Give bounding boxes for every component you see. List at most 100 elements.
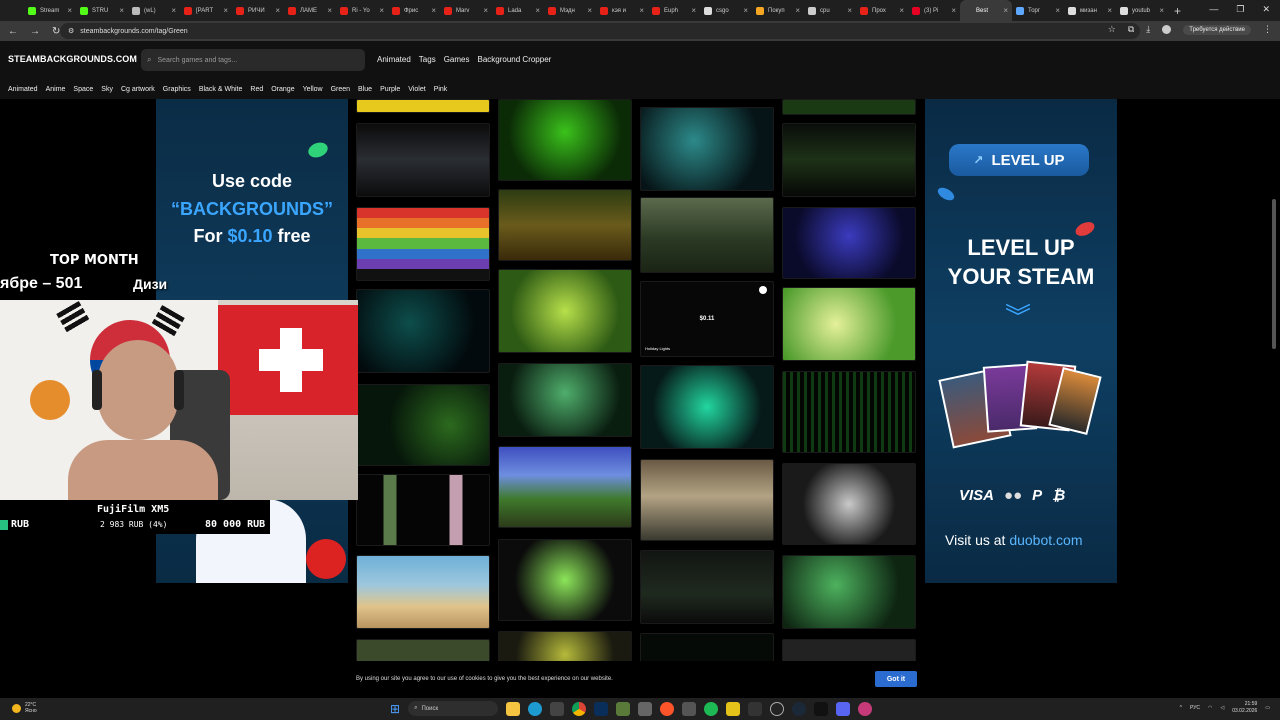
search-input[interactable]: ⌕ Search games and tags... xyxy=(141,49,365,71)
tab-close-icon[interactable]: × xyxy=(327,6,332,15)
taskbar-search[interactable]: ⌕ Поиск xyxy=(408,701,499,716)
brave-icon[interactable] xyxy=(660,701,675,716)
minimize-icon[interactable]: — xyxy=(1209,4,1218,15)
tab-close-icon[interactable]: × xyxy=(1055,6,1060,15)
browser-tab[interactable]: Stream × xyxy=(24,0,76,21)
scrollbar-thumb[interactable] xyxy=(1272,199,1276,349)
background-thumb[interactable] xyxy=(498,99,632,181)
background-thumb[interactable] xyxy=(356,384,490,466)
tab-close-icon[interactable]: × xyxy=(899,6,904,15)
background-thumb[interactable] xyxy=(498,446,632,528)
background-thumb[interactable] xyxy=(782,207,916,279)
tag-link[interactable]: Anime xyxy=(46,86,66,93)
background-thumb[interactable] xyxy=(498,631,632,661)
app-icon[interactable] xyxy=(748,701,763,716)
background-thumb[interactable] xyxy=(782,639,916,661)
background-thumb[interactable] xyxy=(498,539,632,621)
volume-icon[interactable]: ◁ xyxy=(1220,705,1224,711)
site-logo[interactable]: STEAMBACKGROUNDS.COM xyxy=(8,54,137,64)
app-icon[interactable] xyxy=(726,701,741,716)
tag-link[interactable]: Cg artwork xyxy=(121,86,155,93)
obs-icon[interactable] xyxy=(770,701,785,716)
featured-thumb[interactable]: $0.11 Holiday Lights xyxy=(640,281,774,357)
browser-tab[interactable]: cpu × xyxy=(804,0,856,21)
favorite-icon[interactable] xyxy=(759,286,767,294)
browser-tab[interactable]: csgo × xyxy=(700,0,752,21)
tab-close-icon[interactable]: × xyxy=(483,6,488,15)
new-tab-icon[interactable]: + xyxy=(1174,4,1181,18)
tab-close-icon[interactable]: × xyxy=(743,6,748,15)
store-icon[interactable] xyxy=(550,701,565,716)
nav-background-cropper[interactable]: Background Cropper xyxy=(478,55,552,64)
notifications-icon[interactable]: ▭ xyxy=(1265,705,1270,711)
browser-tab[interactable]: Marv × xyxy=(440,0,492,21)
background-thumb[interactable] xyxy=(356,289,490,373)
tag-link[interactable]: Graphics xyxy=(163,86,191,93)
maximize-icon[interactable]: ❐ xyxy=(1236,4,1244,15)
tag-link[interactable]: Pink xyxy=(434,86,448,93)
tab-close-icon[interactable]: × xyxy=(691,6,696,15)
photoshop-icon[interactable] xyxy=(594,701,609,716)
language-indicator[interactable]: РУС xyxy=(1190,705,1200,711)
spotify-icon[interactable] xyxy=(704,701,719,716)
background-thumb[interactable] xyxy=(782,287,916,361)
tag-link[interactable]: Sky xyxy=(101,86,113,93)
file-explorer-icon[interactable] xyxy=(506,701,521,716)
background-thumb[interactable] xyxy=(356,474,490,546)
browser-tab[interactable]: Покуп × xyxy=(752,0,804,21)
back-icon[interactable]: ← xyxy=(8,26,18,37)
browser-tab[interactable]: кэя и × xyxy=(596,0,648,21)
background-thumb[interactable] xyxy=(640,459,774,541)
tray-chevron-icon[interactable]: ^ xyxy=(1180,705,1182,711)
browser-tab[interactable]: Best × xyxy=(960,0,1012,21)
windows-start-icon[interactable]: ⊞ xyxy=(390,702,400,716)
wifi-icon[interactable]: ◠ xyxy=(1208,705,1212,711)
background-thumb[interactable] xyxy=(640,633,774,661)
browser-tab[interactable]: STRU × xyxy=(76,0,128,21)
browser-tab[interactable]: Мэдн × xyxy=(544,0,596,21)
update-required-button[interactable]: Требуется действие xyxy=(1183,24,1251,35)
background-thumb[interactable] xyxy=(356,99,490,113)
tab-close-icon[interactable]: × xyxy=(1003,6,1008,15)
browser-tab[interactable]: Ri - Yo × xyxy=(336,0,388,21)
cookie-accept-button[interactable]: Got it xyxy=(875,671,917,687)
tag-link[interactable]: Green xyxy=(331,86,350,93)
site-info-icon[interactable]: ⚙ xyxy=(68,27,74,35)
background-thumb[interactable] xyxy=(498,363,632,437)
tab-close-icon[interactable]: × xyxy=(639,6,644,15)
url-field[interactable]: ⚙ steambackgrounds.com/tag/Green xyxy=(60,23,1140,39)
tag-link[interactable]: Yellow xyxy=(303,86,323,93)
browser-tab[interactable]: [PART × xyxy=(180,0,232,21)
tab-close-icon[interactable]: × xyxy=(223,6,228,15)
background-thumb[interactable] xyxy=(356,207,490,281)
app-icon[interactable] xyxy=(682,701,697,716)
browser-tab[interactable]: РИЧИ × xyxy=(232,0,284,21)
level-up-button[interactable]: ↗ LEVEL UP xyxy=(949,144,1089,176)
tab-close-icon[interactable]: × xyxy=(587,6,592,15)
browser-tab[interactable]: мизан × xyxy=(1064,0,1116,21)
browser-tab[interactable]: (3) Pi × xyxy=(908,0,960,21)
tab-close-icon[interactable]: × xyxy=(119,6,124,15)
edge-icon[interactable] xyxy=(528,701,543,716)
browser-tab[interactable]: Euph × xyxy=(648,0,700,21)
tag-link[interactable]: Blue xyxy=(358,86,372,93)
background-thumb[interactable] xyxy=(782,123,916,197)
browser-tab[interactable]: (wL) × xyxy=(128,0,180,21)
nav-tags[interactable]: Tags xyxy=(419,55,436,64)
background-thumb[interactable] xyxy=(640,365,774,449)
background-thumb[interactable] xyxy=(782,99,916,115)
app-icon[interactable] xyxy=(814,701,829,716)
tab-close-icon[interactable]: × xyxy=(535,6,540,15)
downloads-icon[interactable]: ⤓ xyxy=(1146,24,1150,35)
background-thumb[interactable] xyxy=(782,555,916,629)
background-thumb[interactable] xyxy=(356,639,490,661)
nav-games[interactable]: Games xyxy=(444,55,470,64)
tab-close-icon[interactable]: × xyxy=(1159,6,1164,15)
browser-tab[interactable]: Фрис × xyxy=(388,0,440,21)
tab-close-icon[interactable]: × xyxy=(171,6,176,15)
steam-icon[interactable] xyxy=(792,701,807,716)
extensions-icon[interactable]: ⧉ xyxy=(1128,24,1134,35)
tag-link[interactable]: Purple xyxy=(380,86,400,93)
background-thumb[interactable] xyxy=(782,371,916,453)
page-scrollbar[interactable] xyxy=(1272,99,1276,661)
